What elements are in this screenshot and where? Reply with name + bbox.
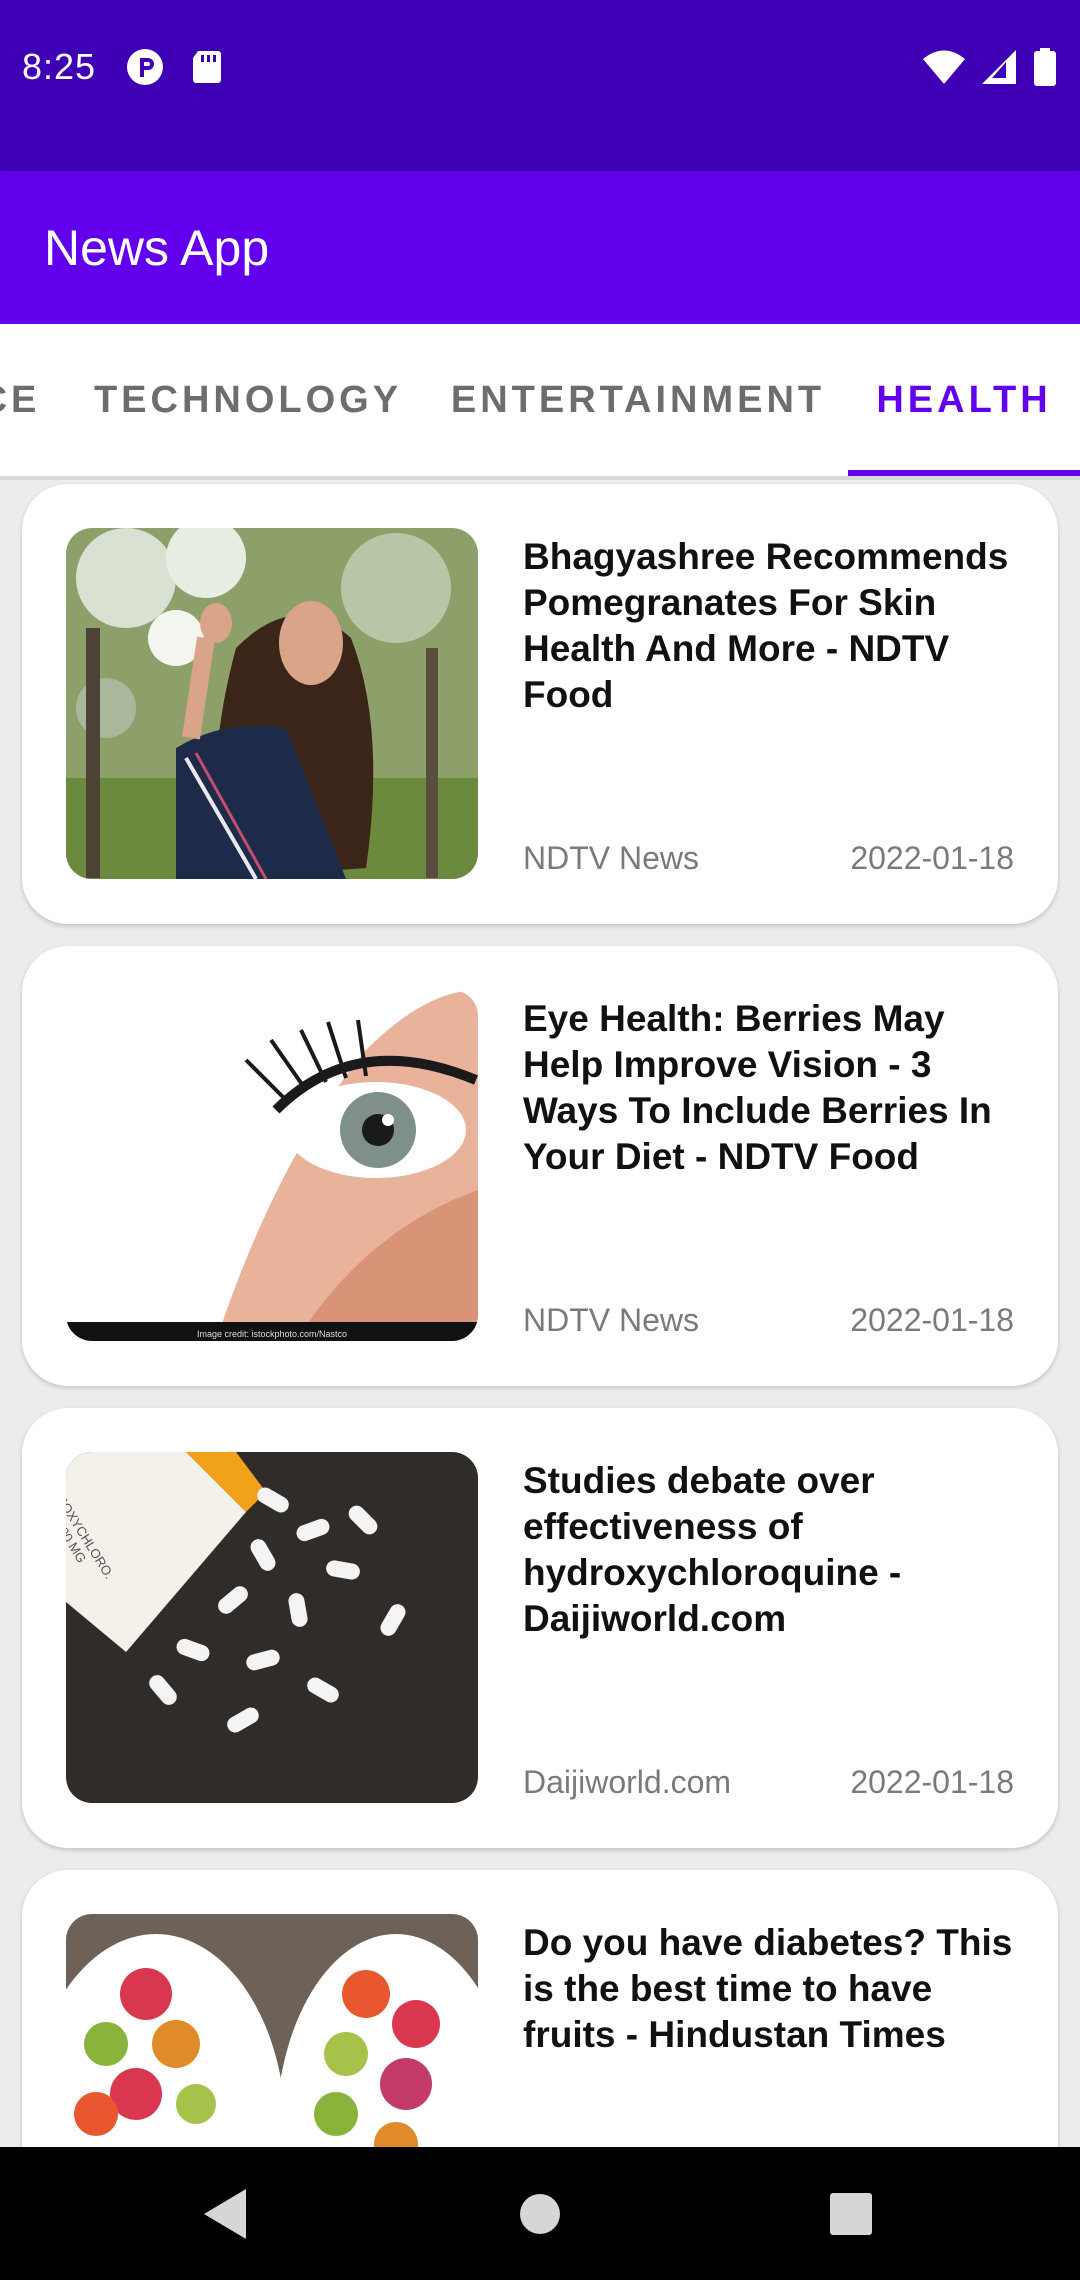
status-bar: 8:25 <box>0 0 1080 171</box>
article-card[interactable]: Bhagyashree Recommends Pomegranates For … <box>22 484 1058 924</box>
article-card[interactable]: ROXYCHLORO. NE 200 MG Studies debate ove… <box>22 1408 1058 1848</box>
thumbnail-credit-caption: Image credit: istockphoto.com/Nastco <box>196 1329 348 1339</box>
fruit-bowls-image <box>66 1914 478 2147</box>
back-icon[interactable] <box>188 2177 262 2251</box>
article-title: Bhagyashree Recommends Pomegranates For … <box>523 536 1009 715</box>
status-left-icons <box>126 48 226 86</box>
article-thumbnail <box>66 1914 478 2147</box>
article-date: 2022-01-18 <box>850 840 1014 876</box>
cell-signal-icon <box>982 50 1016 84</box>
article-source: Daijiworld.com <box>523 1764 732 1800</box>
home-icon[interactable] <box>503 2177 577 2251</box>
system-nav-bar <box>0 2147 1080 2280</box>
article-title: Do you have diabetes? This is the best t… <box>523 1922 1013 2055</box>
article-date: 2022-01-18 <box>850 1764 1014 1800</box>
article-thumbnail: ROXYCHLORO. NE 200 MG <box>66 1452 478 1803</box>
article-source: NDTV News <box>523 1302 700 1338</box>
tab-health[interactable]: HEALTH <box>848 324 1080 476</box>
article-list[interactable]: Bhagyashree Recommends Pomegranates For … <box>0 480 1080 2147</box>
article-source: NDTV News <box>523 840 700 876</box>
eye-closeup-image <box>66 990 478 1341</box>
article-title: Eye Health: Berries May Help Improve Vis… <box>523 998 992 1177</box>
active-tab-indicator <box>848 470 1080 476</box>
sd-card-icon <box>193 51 221 83</box>
category-tab-bar[interactable]: CE TECHNOLOGY ENTERTAINMENT HEALTH <box>0 324 1080 480</box>
article-card[interactable]: Image credit: istockphoto.com/Nastco Eye… <box>22 946 1058 1386</box>
recents-icon[interactable] <box>814 2177 888 2251</box>
pills-bottle-image <box>66 1452 478 1803</box>
article-title: Studies debate over effectiveness of hyd… <box>523 1460 902 1639</box>
app-title: News App <box>44 219 270 276</box>
woman-with-blossoms-image <box>66 528 478 879</box>
status-right-icons <box>922 48 1058 86</box>
tab-technology[interactable]: TECHNOLOGY <box>70 324 426 476</box>
article-thumbnail <box>66 528 478 879</box>
wifi-icon <box>923 50 965 84</box>
article-card[interactable]: Do you have diabetes? This is the best t… <box>22 1870 1058 2147</box>
app-bar: News App <box>0 171 1080 324</box>
article-date: 2022-01-18 <box>850 1302 1014 1338</box>
tab-entertainment[interactable]: ENTERTAINMENT <box>440 324 836 476</box>
article-thumbnail: Image credit: istockphoto.com/Nastco <box>66 990 478 1341</box>
battery-icon <box>1034 48 1056 86</box>
status-time: 8:25 <box>22 46 97 87</box>
notification-p-icon <box>127 49 163 85</box>
tab-science-partial[interactable]: CE <box>0 324 40 476</box>
